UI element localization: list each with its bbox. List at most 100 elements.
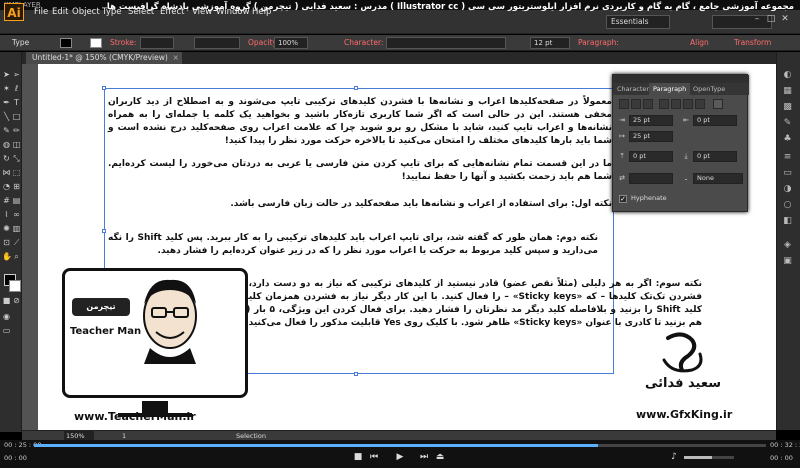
appearance-icon[interactable]: ○ (782, 200, 793, 211)
stop-icon[interactable]: ■ (352, 451, 364, 463)
free-transform-icon[interactable]: ⬚ (12, 168, 21, 177)
tab-character[interactable]: Character (613, 83, 653, 95)
rotate-tool-icon[interactable]: ↻ (2, 154, 11, 163)
transform-label[interactable]: Transform (734, 38, 771, 47)
transparency-icon[interactable]: ◑ (782, 184, 793, 195)
align-label[interactable]: Align (690, 38, 709, 47)
perspective-grid-icon[interactable]: ⊞ (12, 182, 21, 191)
frame-handle-bc[interactable] (354, 372, 358, 376)
next-icon[interactable]: ⏭ (418, 451, 430, 463)
gfxking-logo-icon (662, 332, 703, 373)
stroke-color-box[interactable] (9, 280, 21, 292)
selection-tool-icon[interactable]: ➤ (2, 70, 11, 79)
kashida-select[interactable]: None (693, 173, 743, 184)
stroke-swatch[interactable] (90, 38, 102, 48)
opacity-field[interactable]: 100% (274, 37, 308, 49)
mesh-tool-icon[interactable]: # (2, 196, 11, 205)
column-graph-icon[interactable]: ▥ (12, 224, 21, 233)
previous-icon[interactable]: ⏮ (368, 451, 380, 463)
pencil-tool-icon[interactable]: ✏ (12, 126, 21, 135)
gradient-panel-icon[interactable]: ▭ (782, 168, 793, 179)
slice-tool-icon[interactable]: ⟋ (12, 238, 21, 247)
paragraph-label[interactable]: Paragraph: (578, 38, 619, 47)
magic-wand-icon[interactable]: ✶ (2, 84, 11, 93)
width-tool-icon[interactable]: ⋈ (2, 168, 11, 177)
rectangle-tool-icon[interactable]: □ (12, 112, 21, 121)
volume-icon[interactable]: ♪ (668, 451, 680, 463)
eyedropper-icon[interactable]: ⌇ (2, 210, 11, 219)
layers-icon[interactable]: ◈ (782, 240, 793, 251)
maximize-button[interactable]: □ (766, 14, 776, 24)
direction-field[interactable] (629, 173, 673, 184)
stroke-label[interactable]: Stroke: (110, 38, 136, 47)
color-panel-icon[interactable]: ◐ (782, 70, 793, 81)
document-tab[interactable]: Untitled-1* @ 150% (CMYK/Preview) × (26, 52, 182, 64)
lasso-tool-icon[interactable]: ℓ (12, 84, 21, 93)
gradient-tool-icon[interactable]: ▤ (12, 196, 21, 205)
fill-swatch[interactable] (60, 38, 72, 48)
rtl-direction-button[interactable] (713, 99, 723, 109)
artboards-icon[interactable]: ▣ (782, 256, 793, 267)
draw-mode-icon[interactable]: ◉ (2, 312, 11, 321)
space-after-field[interactable]: 0 pt (693, 151, 737, 162)
stroke-weight-field[interactable] (140, 37, 174, 49)
font-size-field[interactable]: 12 pt (530, 37, 570, 49)
play-icon[interactable]: ▶ (394, 451, 406, 463)
symbols-icon[interactable]: ♣ (782, 134, 793, 145)
gfxking-author-name: سعید فدائی (645, 376, 721, 391)
direct-selection-tool-icon[interactable]: ➢ (12, 70, 21, 79)
eject-icon[interactable]: ⏏ (434, 451, 446, 463)
align-right-button[interactable] (643, 99, 653, 109)
artboard-tool-icon[interactable]: ⊡ (2, 238, 11, 247)
justify-all-button[interactable] (695, 99, 705, 109)
blend-tool-icon[interactable]: ∞ (12, 210, 21, 219)
justify-right-button[interactable] (683, 99, 693, 109)
hand-tool-icon[interactable]: ✋ (2, 252, 12, 261)
close-button[interactable]: ✕ (780, 14, 790, 24)
variable-width-field[interactable] (194, 37, 240, 49)
search-input[interactable] (712, 15, 772, 29)
blob-brush-icon[interactable]: ◍ (2, 140, 11, 149)
shape-builder-icon[interactable]: ◔ (2, 182, 11, 191)
color-guide-icon[interactable]: ▦ (782, 86, 793, 97)
color-mode-icon[interactable]: ■ (2, 296, 11, 305)
paintbrush-tool-icon[interactable]: ✎ (2, 126, 11, 135)
close-tab-icon[interactable]: × (172, 52, 178, 64)
workspace-switcher[interactable]: Essentials (606, 15, 670, 29)
swatches-icon[interactable]: ▩ (782, 102, 793, 113)
teacherman-logo: تیچرمن (72, 298, 130, 316)
symbol-sprayer-icon[interactable]: ✺ (2, 224, 11, 233)
character-label[interactable]: Character: (344, 38, 383, 47)
right-indent-icon: ⇤ (683, 116, 689, 124)
none-mode-icon[interactable]: ⊘ (12, 296, 21, 305)
line-tool-icon[interactable]: ╲ (2, 112, 11, 121)
frame-handle-tl[interactable] (102, 86, 106, 90)
align-center-button[interactable] (631, 99, 641, 109)
stroke-panel-icon[interactable]: ≡ (782, 152, 793, 163)
right-indent-field[interactable]: 0 pt (693, 115, 737, 126)
scale-tool-icon[interactable]: ⤡ (12, 154, 21, 163)
screen-mode-icon[interactable]: ▭ (2, 326, 11, 335)
tab-paragraph[interactable]: Paragraph (649, 83, 691, 95)
frame-handle-tc[interactable] (354, 86, 358, 90)
align-left-button[interactable] (619, 99, 629, 109)
type-tool-icon[interactable]: T (12, 98, 21, 107)
left-indent-field[interactable]: 25 pt (629, 115, 673, 126)
paragraph-1: معمولاً در صفحه‌کلیدها اعراب و نشانه‌ها … (108, 97, 612, 146)
brushes-icon[interactable]: ✎ (782, 118, 793, 129)
zoom-tool-icon[interactable]: ⌕ (12, 252, 21, 261)
justify-left-button[interactable] (659, 99, 669, 109)
pen-tool-icon[interactable]: ✒ (2, 98, 11, 107)
tab-opentype[interactable]: OpenType (689, 83, 729, 95)
space-after-icon: ⤓ (684, 152, 688, 160)
minimize-button[interactable]: – (752, 14, 762, 24)
justify-center-button[interactable] (671, 99, 681, 109)
panel-header[interactable] (613, 75, 749, 83)
hyphenate-checkbox[interactable]: ✓ (619, 195, 627, 203)
eraser-tool-icon[interactable]: ◫ (12, 140, 21, 149)
font-family-field[interactable] (386, 37, 506, 49)
frame-handle-ml[interactable] (102, 229, 106, 233)
first-line-indent-field[interactable]: 25 pt (629, 131, 673, 142)
space-before-field[interactable]: 0 pt (629, 151, 673, 162)
graphic-styles-icon[interactable]: ◧ (782, 216, 793, 227)
